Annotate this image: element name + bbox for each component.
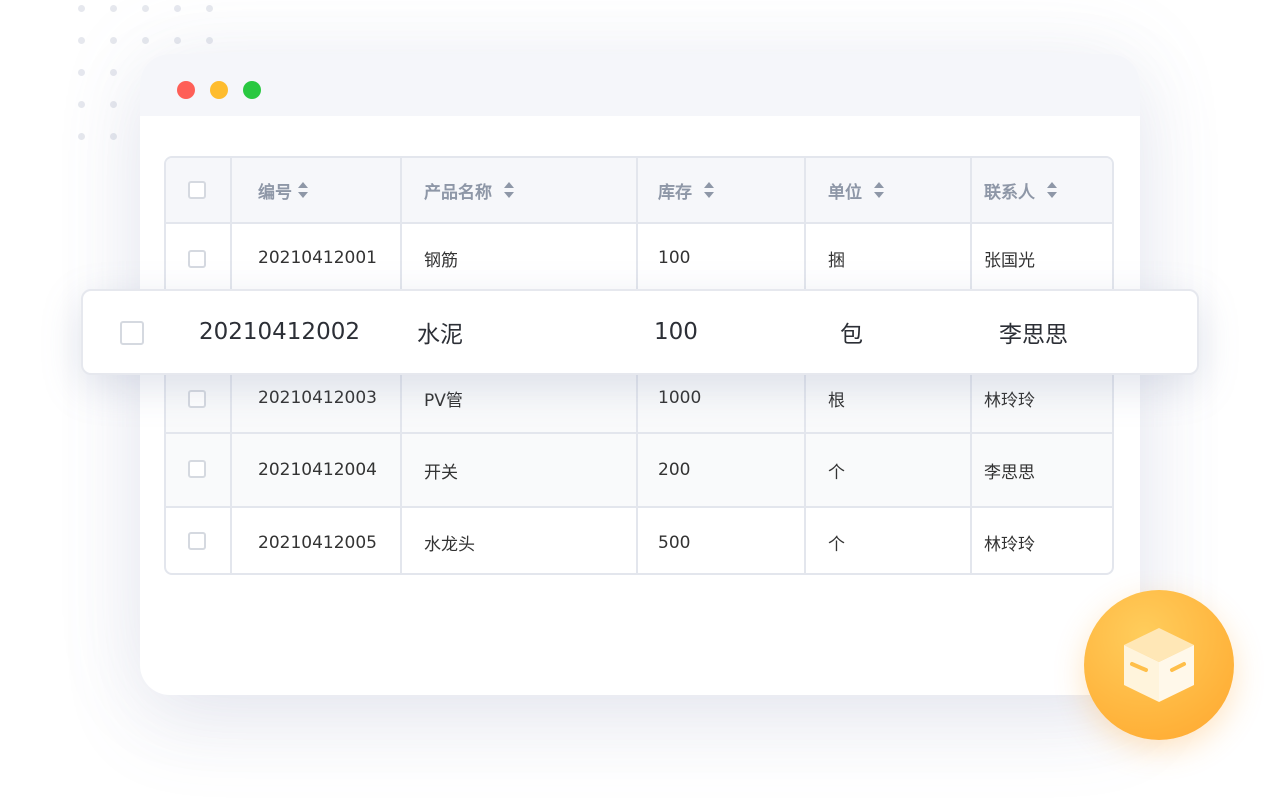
column-divider xyxy=(230,508,232,573)
table-header-row: 编号 产品名称 库存 单位 联系人 xyxy=(166,158,1112,224)
cell-contact: 张国光 xyxy=(984,250,1035,271)
sort-icon[interactable] xyxy=(504,182,514,198)
column-divider xyxy=(400,508,402,573)
decorative-dot xyxy=(110,133,117,140)
box-icon xyxy=(1124,628,1194,702)
decorative-dot xyxy=(174,5,181,12)
column-divider xyxy=(230,224,232,292)
table-row[interactable]: 20210412005 水龙头 500 个 林玲玲 xyxy=(166,508,1112,573)
table-row[interactable]: 20210412001 钢筋 100 捆 张国光 xyxy=(166,224,1112,294)
cell-stock: 100 xyxy=(654,319,698,345)
cell-unit: 个 xyxy=(828,462,845,483)
column-divider xyxy=(230,434,232,506)
highlighted-row[interactable]: 20210412002 水泥 100 包 李思思 xyxy=(81,289,1199,375)
column-header-id[interactable]: 编号 xyxy=(258,158,308,222)
cell-id: 20210412005 xyxy=(258,532,377,553)
column-divider xyxy=(804,224,806,292)
column-divider xyxy=(636,158,638,222)
row-checkbox[interactable] xyxy=(120,321,144,345)
cell-stock: 500 xyxy=(658,532,691,553)
column-header-label: 联系人 xyxy=(984,182,1035,203)
sort-icon[interactable] xyxy=(874,182,884,198)
cell-contact: 李思思 xyxy=(984,462,1035,483)
column-divider xyxy=(636,508,638,573)
column-divider xyxy=(636,224,638,292)
decorative-dot xyxy=(110,37,117,44)
close-window-button[interactable] xyxy=(177,81,195,99)
row-checkbox[interactable] xyxy=(188,460,206,478)
column-divider xyxy=(970,434,972,506)
cell-contact: 李思思 xyxy=(999,322,1068,348)
sort-icon[interactable] xyxy=(704,182,714,198)
cell-unit: 捆 xyxy=(828,250,845,271)
decorative-dot xyxy=(206,37,213,44)
cell-stock: 200 xyxy=(658,460,691,480)
column-divider xyxy=(804,158,806,222)
decorative-dot xyxy=(110,5,117,12)
decorative-dot xyxy=(174,37,181,44)
cell-name: 水泥 xyxy=(417,322,463,348)
decorative-dot xyxy=(78,101,85,108)
cell-contact: 林玲玲 xyxy=(984,535,1035,555)
cell-name: 开关 xyxy=(424,462,458,483)
column-header-label: 单位 xyxy=(828,182,862,203)
decorative-dot xyxy=(78,37,85,44)
column-header-contact[interactable]: 联系人 xyxy=(984,158,1057,222)
decorative-dot xyxy=(142,5,149,12)
decorative-dot xyxy=(142,37,149,44)
sort-icon[interactable] xyxy=(1047,182,1057,198)
column-divider xyxy=(230,158,232,222)
column-divider xyxy=(400,158,402,222)
row-checkbox[interactable] xyxy=(188,532,206,550)
decorative-dot xyxy=(78,133,85,140)
row-checkbox[interactable] xyxy=(188,250,206,268)
column-divider xyxy=(400,434,402,506)
column-header-label: 产品名称 xyxy=(424,182,492,203)
minimize-window-button[interactable] xyxy=(210,81,228,99)
column-header-label: 编号 xyxy=(258,182,292,203)
column-divider xyxy=(636,434,638,506)
column-divider xyxy=(804,434,806,506)
decorative-dot xyxy=(78,69,85,76)
cell-unit: 个 xyxy=(828,535,845,555)
column-header-unit[interactable]: 单位 xyxy=(828,158,884,222)
product-badge xyxy=(1084,590,1234,740)
decorative-dot xyxy=(206,5,213,12)
column-header-name[interactable]: 产品名称 xyxy=(424,158,514,222)
column-divider xyxy=(804,508,806,573)
cell-id: 20210412002 xyxy=(199,319,360,345)
cell-name: 钢筋 xyxy=(424,250,458,271)
zoom-window-button[interactable] xyxy=(243,81,261,99)
cell-id: 20210412004 xyxy=(258,460,377,480)
decorative-dot xyxy=(110,101,117,108)
column-divider xyxy=(970,158,972,222)
decorative-dot xyxy=(78,5,85,12)
cell-unit: 包 xyxy=(840,322,863,348)
row-checkbox[interactable] xyxy=(188,390,206,408)
column-header-stock[interactable]: 库存 xyxy=(658,158,714,222)
column-divider xyxy=(970,508,972,573)
cell-id: 20210412001 xyxy=(258,248,377,268)
column-divider xyxy=(970,224,972,292)
sort-icon[interactable] xyxy=(298,182,308,198)
column-header-label: 库存 xyxy=(658,182,692,203)
decorative-dot xyxy=(110,69,117,76)
column-divider xyxy=(400,224,402,292)
table-row[interactable]: 20210412004 开关 200 个 李思思 xyxy=(166,434,1112,508)
select-all-checkbox[interactable] xyxy=(188,181,206,199)
window-titlebar xyxy=(140,54,1140,116)
cell-stock: 100 xyxy=(658,248,691,268)
cell-name: 水龙头 xyxy=(424,535,475,555)
